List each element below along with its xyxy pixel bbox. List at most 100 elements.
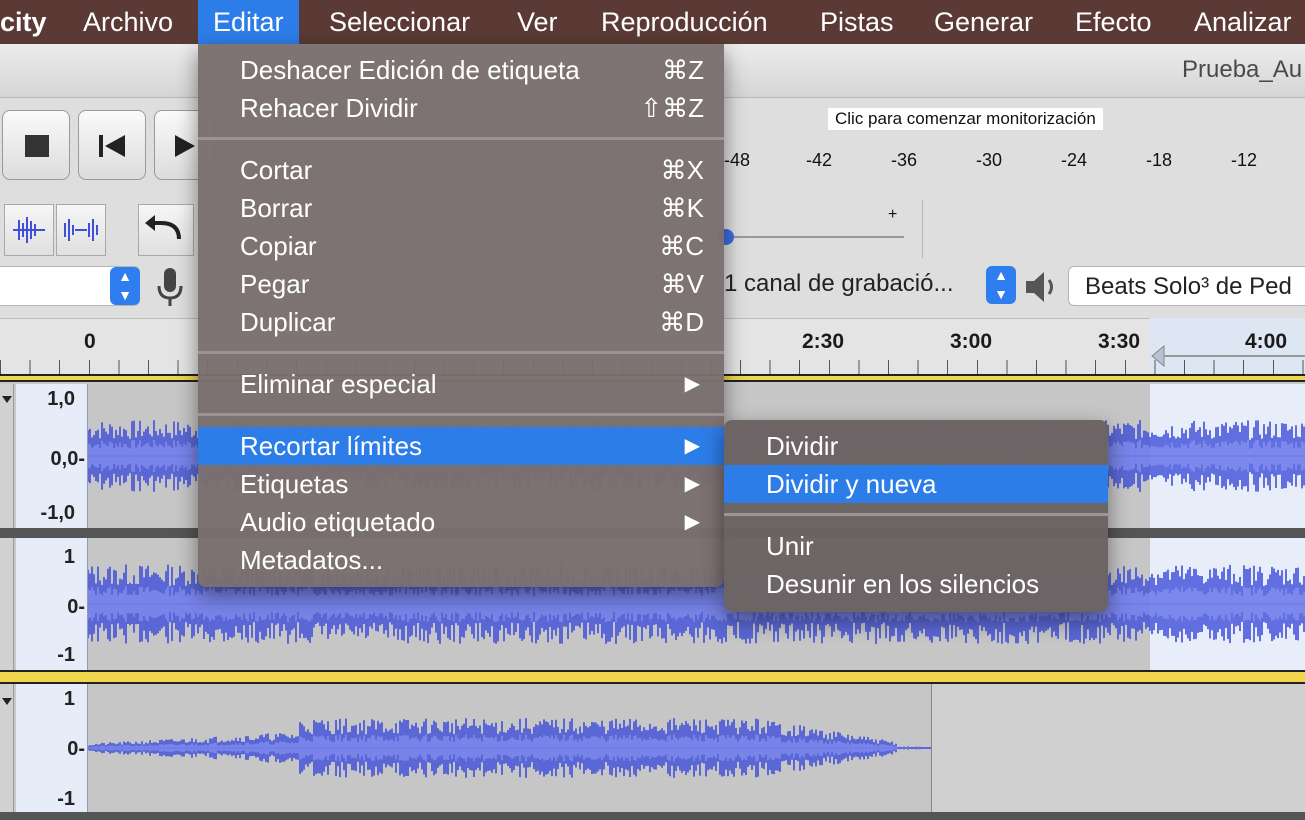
menu-analizar[interactable]: Analizar [1182,0,1304,44]
menu-generar[interactable]: Generar [922,0,1045,44]
recording-channels-arrow[interactable]: ▲ ▼ [986,266,1016,304]
track-3-empty-area[interactable] [931,684,1305,812]
ruler-label: 0 [84,330,96,353]
menu-item-redo[interactable]: Rehacer Dividir ⇧⌘Z [198,89,724,127]
menu-item-label: Pegar [240,269,310,299]
audio-host-dropdown-arrow[interactable]: ▲ ▼ [110,267,140,305]
menu-reproduccion[interactable]: Reproducción [589,0,780,44]
menu-item-copy[interactable]: Copiar ⌘C [198,227,724,265]
menu-item-labels[interactable]: Etiquetas ▶ [198,465,724,503]
menu-seleccionar[interactable]: Seleccionar [317,0,482,44]
menu-item-label: Recortar límites [240,431,423,461]
scale-label: 0,0- [50,448,85,470]
scale-label: 1 [63,688,75,710]
scale-label: -1,0 [40,502,75,524]
menu-item-label: Cortar [240,155,313,185]
microphone-icon [157,268,183,306]
ruler-label: 2:30 [802,330,845,353]
skip-start-button[interactable] [78,110,146,180]
track-separator [0,670,1305,684]
menu-archivo[interactable]: Archivo [71,0,185,44]
volume-plus-label: + [888,206,898,223]
menu-item-delete[interactable]: Borrar ⌘K [198,189,724,227]
scale-label: 1 [63,546,75,568]
undo-button[interactable] [138,204,194,256]
menu-bar: city Archivo Editar Seleccionar Ver Repr… [0,0,1305,44]
menu-item-label: Borrar [240,193,313,223]
stop-icon [25,135,49,157]
recording-channels-dropdown[interactable]: 1 canal de grabació... [724,270,954,298]
menu-item-label: Etiquetas [240,469,349,499]
scale-label: 1,0 [47,388,75,410]
scale-label: 0- [67,738,85,760]
menu-item-shortcut: ⌘C [659,231,704,261]
silence-audio-button[interactable] [56,204,106,256]
ruler-label: 3:30 [1098,330,1141,353]
menu-editar[interactable]: Editar [198,0,299,44]
menu-pistas[interactable]: Pistas [808,0,906,44]
selection-start-handle[interactable] [1150,342,1305,370]
menu-item-label: Deshacer Edición de etiqueta [240,55,580,85]
scale-label: 0- [67,596,85,618]
menu-item-shortcut: ⌘Z [662,55,704,85]
volume-slider-track[interactable] [724,236,904,238]
silence-icon [64,219,98,241]
menu-item-label: Copiar [240,231,317,261]
menu-app-name[interactable]: city [0,0,59,44]
track-control-strip[interactable] [0,538,14,670]
menu-item-paste[interactable]: Pegar ⌘V [198,265,724,303]
track-menu-arrow-icon[interactable] [0,694,14,708]
scale-label: -1 [57,788,75,810]
menu-item-duplicate[interactable]: Duplicar ⌘D [198,303,724,341]
track-divider [0,812,1305,820]
undo-icon [145,215,181,240]
clip-boundaries-submenu: Dividir Dividir y nueva Unir Desunir en … [724,420,1108,612]
menu-item-labeled-audio[interactable]: Audio etiquetado ▶ [198,503,724,541]
window-title: Prueba_Au [1182,56,1303,83]
menu-item-remove-special[interactable]: Eliminar especial ▶ [198,365,724,403]
menu-item-shortcut: ⌘D [659,307,704,337]
menu-item-label: Rehacer Dividir [240,93,418,123]
menu-item-shortcut: ⌘X [660,155,704,185]
track-3-scale: 1 0- -1 [16,684,88,820]
submenu-item-split-new[interactable]: Dividir y nueva [724,465,1108,503]
meter-tick: -42 [806,150,833,170]
speaker-icon [1026,272,1053,302]
menu-item-cut[interactable]: Cortar ⌘X [198,151,724,189]
menu-item-label: Duplicar [240,307,336,337]
meter-tick: -48 [724,150,751,170]
stop-button[interactable] [2,110,70,180]
toolbar-divider [922,200,923,258]
submenu-item-detach-at-silences[interactable]: Desunir en los silencios [724,565,1108,603]
menu-item-undo[interactable]: Deshacer Edición de etiqueta ⌘Z [198,51,724,89]
menu-item-clip-boundaries[interactable]: Recortar límites ▶ [198,427,724,465]
trim-icon [13,217,45,243]
meter-tick: -18 [1146,150,1173,170]
menu-item-label: Audio etiquetado [240,507,436,537]
ruler-label: 3:00 [950,330,993,353]
monitoring-hint[interactable]: Clic para comenzar monitorización [828,108,1103,130]
menu-item-metadata[interactable]: Metadatos... [198,541,724,579]
track-menu-arrow-icon[interactable] [0,392,14,406]
meter-tick: -12 [1231,150,1258,170]
track-2-scale: 1 0- -1 [16,538,88,670]
skip-start-icon [99,135,125,157]
menu-ver[interactable]: Ver [505,0,570,44]
menu-item-label: Metadatos... [240,545,384,575]
menu-item-shortcut: ⇧⌘Z [640,93,704,123]
submenu-item-join[interactable]: Unir [724,527,1108,565]
track-1-scale: 1,0 0,0- -1,0 [16,384,88,528]
menu-item-label: Eliminar especial [240,369,437,399]
menu-separator [198,413,724,416]
menu-efecto[interactable]: Efecto [1063,0,1164,44]
trim-audio-button[interactable] [4,204,54,256]
menu-separator [198,351,724,354]
track-3-waveform [88,718,931,778]
meter-tick: -30 [976,150,1003,170]
submenu-arrow-icon: ▶ [684,373,700,395]
submenu-arrow-icon: ▶ [684,473,700,495]
menu-separator [198,137,724,140]
playback-device-dropdown[interactable]: Beats Solo³ de Ped [1068,266,1305,306]
scale-label: -1 [57,644,75,666]
submenu-item-split[interactable]: Dividir [724,427,1108,465]
